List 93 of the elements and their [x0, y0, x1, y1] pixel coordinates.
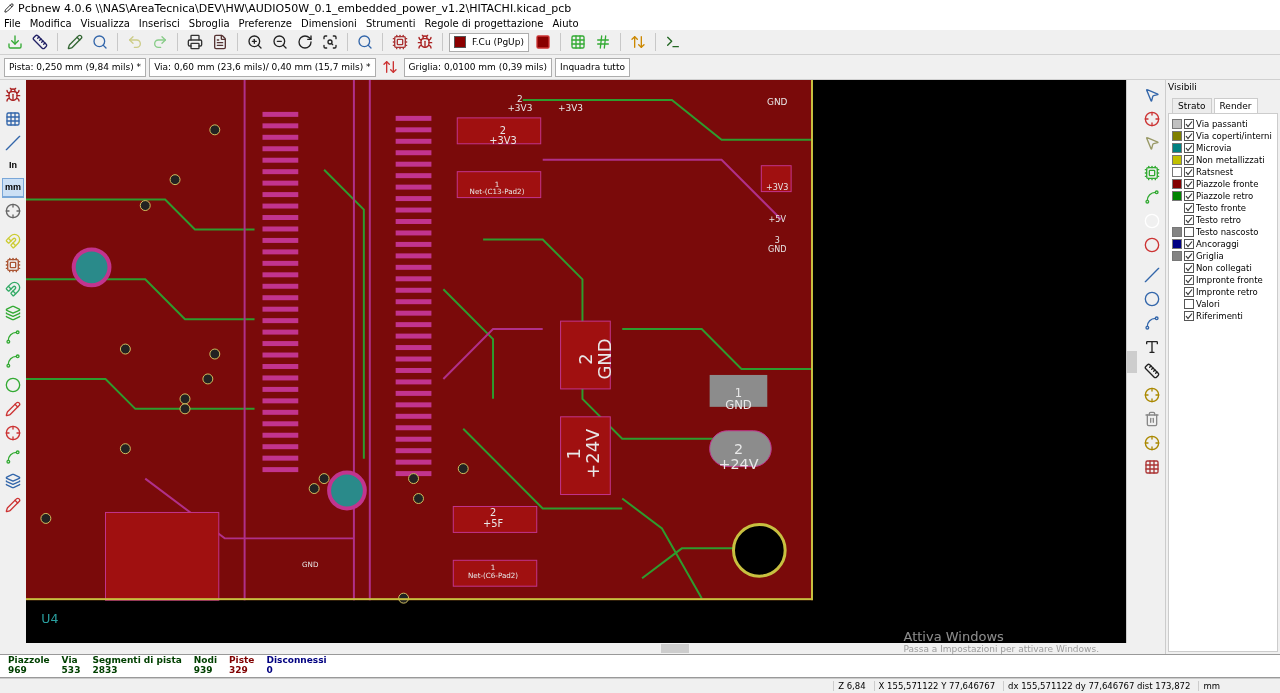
- stat-value: 0: [266, 665, 274, 675]
- layer-label: Non metallizzati: [1196, 155, 1265, 165]
- layer-label: Microvia: [1196, 143, 1232, 153]
- unit-button[interactable]: In: [2, 156, 24, 176]
- checkbox[interactable]: [1184, 143, 1194, 153]
- checkbox[interactable]: [1184, 179, 1194, 189]
- layer-label: Impronte fronte: [1196, 275, 1263, 285]
- layer-label: Valori: [1196, 299, 1220, 309]
- layer-color-swatch[interactable]: [1172, 251, 1182, 261]
- layer-label: Testo nascosto: [1196, 227, 1259, 237]
- checkbox[interactable]: [1184, 275, 1194, 285]
- stat-label: Via: [61, 655, 79, 665]
- checkbox[interactable]: [1184, 215, 1194, 225]
- layer-label: Griglia: [1196, 251, 1224, 261]
- stat-value: 2833: [92, 665, 119, 675]
- panel-tab[interactable]: Render: [1213, 98, 1258, 113]
- zoom-select[interactable]: Inquadra tutto: [555, 57, 630, 77]
- stat-value: 533: [61, 665, 81, 675]
- checkbox[interactable]: [1184, 239, 1194, 249]
- checkbox[interactable]: [1184, 311, 1194, 321]
- checkbox[interactable]: [1184, 251, 1194, 261]
- checkbox[interactable]: [1184, 227, 1194, 237]
- activation-text: Passa a Impostazioni per attivare Windows.: [903, 644, 1099, 654]
- layer-label: Via passanti: [1196, 119, 1248, 129]
- layer-color-swatch[interactable]: [1172, 155, 1182, 165]
- unit-button[interactable]: mm: [2, 178, 24, 198]
- layer-color-swatch[interactable]: [1172, 191, 1182, 201]
- layer-label: Riferimenti: [1196, 311, 1243, 321]
- pad-label: 1 +24V: [563, 428, 604, 479]
- checkbox[interactable]: [1184, 119, 1194, 129]
- pad-label: 2 +3V3: [489, 124, 517, 147]
- scrollbar-thumb[interactable]: [661, 644, 689, 653]
- checkbox[interactable]: [1184, 191, 1194, 201]
- pad-label: GND: [767, 97, 788, 108]
- grid-select[interactable]: Griglia: 0,0100 mm (0,39 mils): [403, 57, 553, 77]
- stat-value: 939: [193, 665, 214, 675]
- units-readout: mm: [1198, 681, 1280, 691]
- layer-select[interactable]: F.Cu (PgUp): [449, 32, 529, 52]
- layer-label: Testo retro: [1196, 215, 1242, 225]
- stat-label: Piazzole: [8, 655, 50, 665]
- menu-item[interactable]: File: [4, 17, 21, 29]
- zoom-readout: Z 6,84: [833, 681, 874, 691]
- layer-color-swatch[interactable]: [1172, 131, 1182, 141]
- menu-item[interactable]: Inserisci: [138, 17, 180, 29]
- pad-label: +3V3: [558, 103, 583, 114]
- menu-item[interactable]: Dimensioni: [300, 17, 357, 29]
- layer-color-swatch[interactable]: [1172, 239, 1182, 249]
- layer-color-swatch[interactable]: [1172, 119, 1182, 129]
- layer-color-swatch[interactable]: [1172, 167, 1182, 177]
- layer-label: Ancoraggi: [1196, 239, 1239, 249]
- menu-item[interactable]: Visualizza: [80, 17, 130, 29]
- checkbox[interactable]: [1184, 131, 1194, 141]
- pad-label: 2 +5F: [482, 507, 504, 529]
- track-width-select[interactable]: Pista: 0,250 mm (9,84 mils) *: [4, 57, 147, 77]
- stat-value: 329: [229, 665, 249, 675]
- stat-value: 969: [8, 665, 28, 675]
- layer-label: Piazzole retro: [1196, 191, 1254, 201]
- checkbox[interactable]: [1184, 203, 1194, 213]
- layer-color-swatch[interactable]: [1172, 179, 1182, 189]
- menu-item[interactable]: Regole di progettazione: [424, 17, 544, 29]
- layer-label: Ratsnest: [1196, 167, 1234, 177]
- checkbox[interactable]: [1184, 263, 1194, 273]
- layer-label: Via coperti/interni: [1196, 131, 1272, 141]
- menu-item[interactable]: Sbroglia: [188, 17, 230, 29]
- checkbox[interactable]: [1184, 155, 1194, 165]
- stat-label: Segmenti di pista: [92, 655, 182, 665]
- layer-label: Impronte retro: [1196, 287, 1258, 297]
- menu-item[interactable]: Aiuto: [552, 17, 579, 29]
- via-size-select[interactable]: Via: 0,60 mm (23,6 mils)/ 0,40 mm (15,7 mils) *: [149, 57, 376, 77]
- panel-title: Visibili: [1168, 82, 1198, 92]
- scrollbar-thumb[interactable]: [1127, 350, 1137, 373]
- stat-label: Nodi: [193, 655, 217, 665]
- cursor-position: X 155,571122 Y 77,646767: [873, 681, 1004, 691]
- layer-label: Non collegati: [1196, 263, 1252, 273]
- window-title: Pcbnew 4.0.6 \\NAS\AreaTecnica\DEV\HW\AUDIO50W_0.1_embedded_power_v1.2\HITACHI.kicad_pcb: [18, 1, 572, 15]
- pad-label: 2 GND: [575, 338, 616, 380]
- menu-item[interactable]: Strumenti: [365, 17, 416, 29]
- stat-label: Disconnessi: [266, 655, 327, 665]
- pad-label: 2 +3V3: [507, 93, 533, 114]
- activation-title: Attiva Windows: [903, 629, 1005, 644]
- checkbox[interactable]: [1184, 287, 1194, 297]
- layer-label: Testo fronte: [1196, 203, 1247, 213]
- panel-tab[interactable]: Strato: [1172, 98, 1212, 113]
- pad-label: U4: [41, 611, 59, 627]
- stat-label: Piste: [229, 655, 255, 665]
- layer-label: Piazzole fronte: [1196, 179, 1259, 189]
- checkbox[interactable]: [1184, 167, 1194, 177]
- layer-color-swatch[interactable]: [1172, 227, 1182, 237]
- checkbox[interactable]: [1184, 299, 1194, 309]
- layer-color-swatch[interactable]: [1172, 143, 1182, 153]
- menu-item[interactable]: Preferenze: [238, 17, 292, 29]
- menu-item[interactable]: Modifica: [29, 17, 72, 29]
- relative-position: dx 155,571122 dy 77,646767 dist 173,872: [1003, 681, 1199, 691]
